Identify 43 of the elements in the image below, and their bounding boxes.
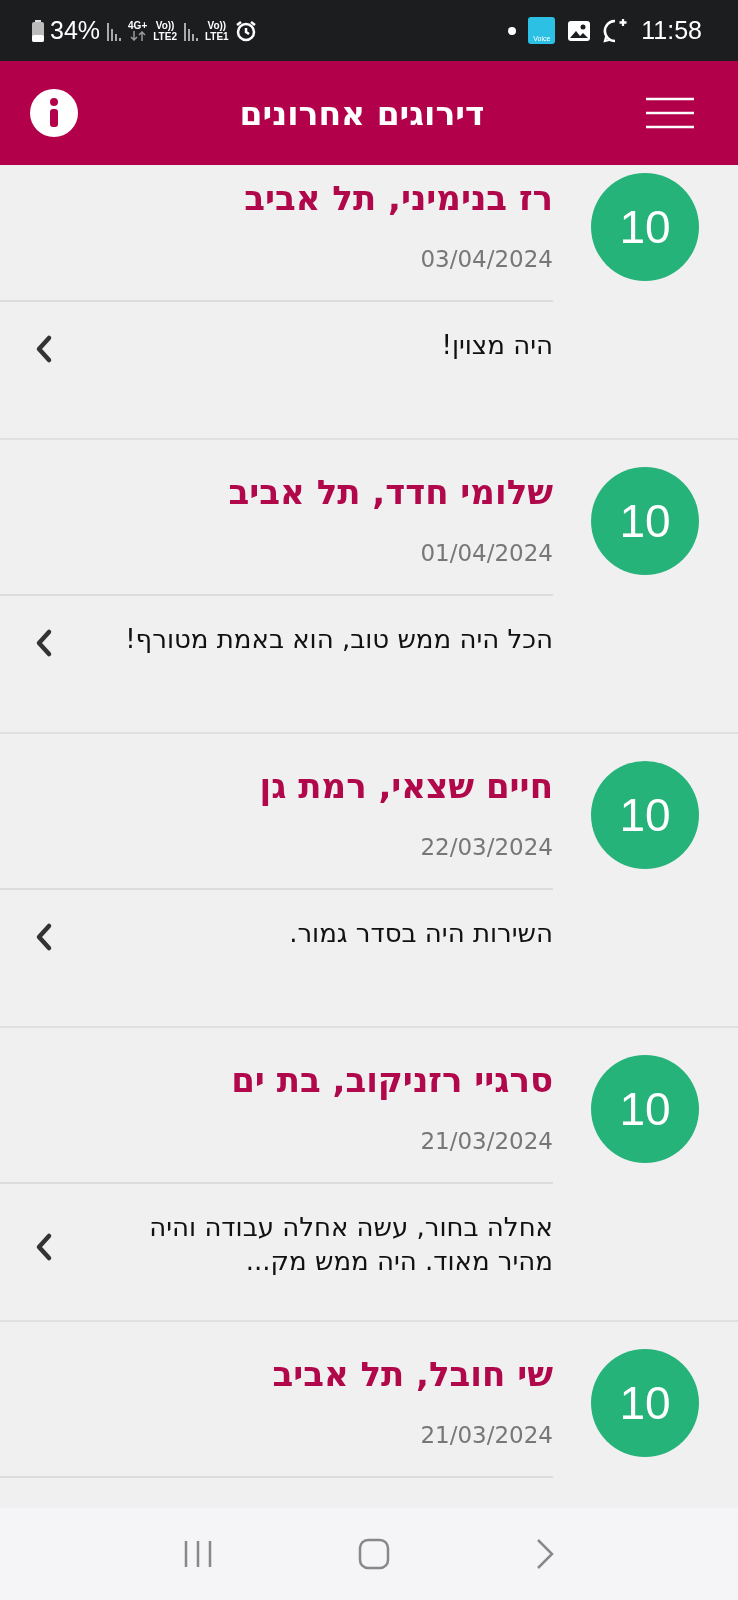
reviewer-name: חיים שצאי, רמת גן [258,765,553,808]
reviewer-name: שלומי חדד, תל אביב [227,471,553,514]
review-date: 21/03/2024 [419,1127,553,1156]
data-arrows-icon [129,31,146,41]
review-comment: היה מצוין! [440,329,553,362]
battery-percent: 34% [50,16,101,45]
chevron-left-icon[interactable] [34,1232,54,1262]
review-date: 21/03/2024 [419,1421,553,1450]
signal-icon [182,20,199,41]
score-badge: 10 [591,1349,699,1457]
volte-label: Vo)) [155,19,175,31]
menu-icon[interactable] [646,97,694,129]
sim-label: LTE1 [204,30,229,42]
sim-label: LTE2 [153,30,177,42]
chevron-left-icon[interactable] [34,334,54,364]
reviewer-name: רז בנימיני, תל אביב [243,177,553,220]
home-icon[interactable] [358,1538,390,1570]
alarm-icon [234,19,257,42]
score-badge: 10 [591,173,699,281]
review-date: 03/04/2024 [419,245,553,274]
screen-title: דירוגים אחרונים [239,93,485,133]
chevron-left-icon[interactable] [34,922,54,952]
volte-label: Vo)) [207,19,227,31]
review-date: 01/04/2024 [419,539,553,568]
info-icon[interactable] [30,89,78,137]
reviewer-name: שי חובל, תל אביב [271,1353,553,1396]
score-badge: 10 [591,761,699,869]
clock-time: 11:58 [641,16,702,45]
image-icon [567,18,592,43]
review-comment: אחלה בחור, עשה אחלה עבודה והיה מהיר מאוד. היה ממש מק... [148,1211,553,1278]
score-badge: 10 [591,1055,699,1163]
back-icon[interactable] [535,1538,556,1570]
battery-icon [32,19,44,42]
chevron-left-icon[interactable] [34,628,54,658]
review-comment: הכל היה ממש טוב, הוא באמת מטורף! [124,623,553,656]
network-type: 4G+ [128,20,148,31]
review-comment: השירות היה בסדר גמור. [288,917,553,950]
recent-apps-icon[interactable] [182,1539,213,1569]
review-date: 22/03/2024 [419,833,553,862]
reviewer-name: סרגיי רזניקוב, בת ים [230,1059,553,1102]
score-badge: 10 [591,467,699,575]
signal-icon [106,20,123,41]
dot-icon [508,26,517,35]
